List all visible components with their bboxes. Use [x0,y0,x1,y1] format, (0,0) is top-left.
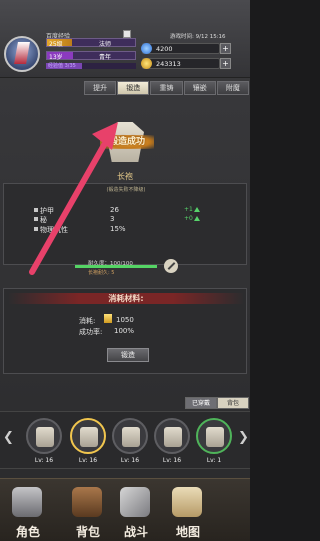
slot-level: Lv: 16 [120,457,140,464]
equipment-slot[interactable] [154,418,190,454]
forge-note: (锻造失败不降级) [106,187,146,193]
tab-enchant[interactable]: 附魔 [216,81,250,95]
bottom-nav: 角色 背包 战斗 地图 [0,478,250,541]
equipment-tabs: 提升 锻造 重铸 镶嵌 附魔 [84,81,250,95]
gem-value: 4200 [156,45,173,53]
forge-success-banner: 锻造成功 [100,135,154,149]
map-scroll-icon [172,487,202,517]
bullet-icon [34,208,38,212]
gem-icon [141,43,152,54]
stat-name: 物理抗性 [40,226,68,234]
bullet-icon [34,227,38,231]
player-header: 百度经验 25级 法师 13岁 青年 经验值 3/35 游戏时间: 9/12 1… [0,0,250,78]
bullet-icon [34,217,38,221]
gold-counter: 243313 + [141,58,231,69]
stats-panel: (锻造失败不降级) 护甲 26 +1 秘 3 +0 物理抗性 15% [3,183,247,265]
tab-recast[interactable]: 重铸 [150,81,183,95]
chevron-right-icon[interactable]: ❯ [238,430,249,445]
repair-hammer-icon[interactable] [164,259,178,273]
gem-counter: 4200 + [141,43,231,54]
equip-bag-toggle: 已穿戴 背包 [185,397,249,409]
equipment-slot[interactable] [26,418,62,454]
class-label: 法师 [99,41,112,48]
durability-bar-fill [75,265,157,268]
game-time: 游戏时间: 9/12 15:16 [170,34,226,40]
gold-icon [141,58,152,69]
stat-name: 秘 [40,216,47,224]
equipment-slot-selected[interactable] [70,418,106,454]
slot-level: Lv: 16 [162,457,182,464]
success-rate-value: 100% [114,327,135,335]
helmet-icon [12,487,42,517]
experience-bar: 经验值 3/35 [46,63,136,69]
nav-character[interactable]: 角色 [0,483,56,539]
class-emblem-icon [14,42,30,64]
boots-icon [206,427,224,447]
tab-inlay[interactable]: 镶嵌 [183,81,216,95]
stat-increase: +0 [184,215,193,222]
backpack-icon [72,487,102,517]
equipment-slot[interactable] [196,418,232,454]
age-bar: 13岁 青年 [46,51,136,61]
ring-icon [164,427,182,447]
materials-panel: 消耗材料: 消耗: 1050 成功率: 100% 锻造 [3,288,247,374]
nav-label: 角色 [15,525,40,539]
arrow-up-icon [194,216,200,221]
player-avatar[interactable] [4,36,40,72]
arrow-up-icon [194,207,200,212]
level-label: 25级 [49,41,63,48]
gold-value: 243313 [156,60,181,68]
slot-level: Lv: 1 [206,457,222,464]
forge-button[interactable]: 锻造 [107,348,149,362]
gloves-icon [122,427,140,447]
add-gold-button[interactable]: + [220,58,231,69]
item-name: 长袍 [117,172,133,181]
gold-icon [104,314,112,323]
tab-bag[interactable]: 背包 [217,397,249,409]
checkbox-icon[interactable] [123,30,131,38]
stat-value: 26 [110,206,119,214]
stat-row-resistance: 物理抗性 15% [34,225,234,234]
tab-equipped[interactable]: 已穿戴 [185,397,217,409]
level-bar: 25级 法师 [46,38,136,48]
add-gem-button[interactable]: + [220,43,231,54]
success-rate-label: 成功率: [79,328,103,336]
durability-sub: 长袍耐久: 5 [88,270,115,276]
age-class-label: 青年 [99,54,112,61]
slot-level: Lv: 16 [34,457,54,464]
cost-value: 1050 [116,316,134,324]
age-label: 13岁 [49,54,63,61]
stat-increase: +1 [184,206,193,213]
equipment-slot[interactable] [112,418,148,454]
durability-bar [75,265,157,268]
robe-icon [80,427,98,447]
stat-row-armor: 护甲 26 +1 [34,206,234,215]
swords-icon [120,487,150,517]
tab-upgrade[interactable]: 提升 [84,81,117,95]
materials-header: 消耗材料: [8,293,244,304]
experience-text: 经验值 3/35 [48,63,76,69]
slot-level: Lv: 16 [78,457,98,464]
nav-label: 战斗 [123,525,148,539]
chevron-left-icon[interactable]: ❮ [3,430,14,445]
nav-battle[interactable]: 战斗 [108,483,164,539]
nav-label: 地图 [175,525,200,539]
equipment-strip: ❮ Lv: 16 Lv: 16 Lv: 16 Lv: 16 Lv: 1 ❯ [0,411,250,469]
cost-label: 消耗: [79,317,96,325]
tab-forge[interactable]: 锻造 [117,81,150,95]
nav-map[interactable]: 地图 [160,483,216,539]
armor-icon [36,427,54,447]
stat-row-secret: 秘 3 +0 [34,215,234,224]
stat-value: 3 [110,215,115,223]
item-display: 锻造成功 长袍 [0,100,250,181]
game-screen: 百度经验 25级 法师 13岁 青年 经验值 3/35 游戏时间: 9/12 1… [0,0,250,541]
stat-value: 15% [110,225,126,233]
